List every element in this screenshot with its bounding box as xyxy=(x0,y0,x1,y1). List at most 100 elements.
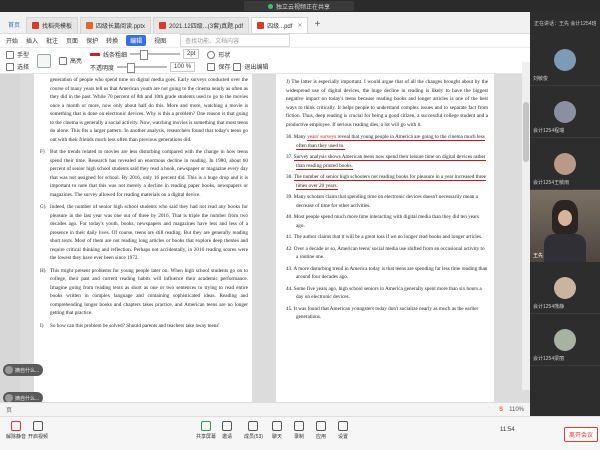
stmt-text: Over a decade or so, American teens' soc… xyxy=(293,245,485,261)
statement-37: 37. Survey analysis shows American teens… xyxy=(286,153,488,170)
status-right: S 110% xyxy=(499,407,524,413)
shape-button[interactable]: 形状 xyxy=(207,50,268,59)
zoom-level[interactable]: 110% xyxy=(509,407,524,413)
save-button[interactable]: 保存 退出编辑 xyxy=(207,62,268,71)
floating-chat-bubble[interactable]: 摘自什么... xyxy=(3,392,43,402)
statement-39: 39. Many scholars claim that spending ti… xyxy=(286,193,488,210)
participant-tile[interactable]: 会计1254王敏雨 xyxy=(530,138,600,190)
shape-label: 形状 xyxy=(218,53,231,59)
stmt-text-underlined: Survey analysis shows American teens now… xyxy=(293,154,486,170)
apps-button[interactable]: 应用 xyxy=(316,421,326,440)
tab-pdf-active[interactable]: 四级...pdf ✕ xyxy=(251,17,309,33)
settings-button[interactable]: 设置 xyxy=(338,421,348,440)
chat-button[interactable]: 聊天 xyxy=(272,421,282,440)
record-button[interactable]: 录制 xyxy=(294,421,304,440)
participant-video[interactable]: 王先 xyxy=(530,190,600,262)
menu-protect[interactable]: 保护 xyxy=(86,36,98,45)
share-indicator[interactable]: 独立云视频正在共享 xyxy=(244,1,354,11)
stmt-text: Some five years ago, high school seniors… xyxy=(293,285,482,301)
menu-insert[interactable]: 插入 xyxy=(26,36,38,45)
hand-tool[interactable]: 手型 xyxy=(6,50,29,59)
paragraph-i: I) So how can this problem be solved? Sho… xyxy=(40,322,248,331)
participant-tile[interactable]: 会计1254梁丽 xyxy=(530,314,600,366)
paragraph-f: F) But the trends related to movies are l… xyxy=(40,148,248,199)
dock-label: 共享屏幕 xyxy=(196,434,217,440)
stmt-text: The author claims that it will be a grea… xyxy=(293,234,483,240)
bubble-text: 摘自什么... xyxy=(15,395,40,402)
select-label: 选择 xyxy=(17,65,30,71)
video-face xyxy=(558,210,572,226)
start-video-button[interactable]: 开启视频 xyxy=(28,421,48,440)
floating-chat-bubble[interactable]: 摘自什么... xyxy=(3,364,43,376)
menu-convert[interactable]: 转换 xyxy=(106,36,118,45)
stmt-num: 38. xyxy=(286,174,293,180)
para-text: So how can this problem be solved? Shoul… xyxy=(50,322,220,329)
tab-pptx[interactable]: 四级长篇阅读.pptx xyxy=(80,17,152,33)
menu-view[interactable]: 视图 xyxy=(154,36,166,45)
line-style-control[interactable]: 线条粗细 2pt xyxy=(90,49,200,60)
hand-label: 手型 xyxy=(17,53,30,59)
new-tab-icon[interactable]: + xyxy=(310,19,324,33)
participants-panel: 正在讲话：王先 会计1254班... 刘敏俊 会计1254程瑞 会计1254王敏… xyxy=(530,12,600,416)
stmt-text: Many xyxy=(293,134,308,140)
menu-page[interactable]: 页面 xyxy=(66,36,78,45)
meeting-dock: 解除静音 开启视频 共享屏幕 邀请 成员(53) 聊天 录制 应用 设置 11:… xyxy=(0,416,600,450)
stmt-text: It was found that American youngsters to… xyxy=(293,305,479,321)
avatar xyxy=(554,276,576,299)
stmt-num: 37. xyxy=(286,154,293,160)
transparency-control[interactable]: 不透明度 100 % xyxy=(90,62,199,73)
para-text: But the trends related to movies are les… xyxy=(50,149,248,198)
participant-tile[interactable]: 会计1254熊静 xyxy=(530,262,600,314)
leave-meeting-button[interactable]: 离开会议 xyxy=(564,427,599,442)
edit-toolbar: 手型 选择 高亮 线条粗细 2pt 不透明度 100 % 形状 保存 退出编辑 xyxy=(0,48,530,74)
status-bar: 页 S 110% xyxy=(0,402,530,416)
tab-label: 四级长篇阅读.pptx xyxy=(96,24,146,30)
home-tab[interactable]: 首页 xyxy=(4,20,26,33)
participant-tile[interactable]: 刘敏俊 xyxy=(530,34,600,86)
dock-label: 应用 xyxy=(316,434,327,440)
unmute-button[interactable]: 解除静音 xyxy=(6,421,26,440)
bubble-text: 摘自什么... xyxy=(15,367,40,374)
pen-tool-button[interactable] xyxy=(37,53,52,68)
document-viewport[interactable]: generation of people who spend time on d… xyxy=(0,74,530,402)
participant-name: 王先 xyxy=(533,253,544,259)
exit-label[interactable]: 退出编辑 xyxy=(244,62,268,71)
stmt-highlight: years' surveys xyxy=(307,134,337,141)
select-tool[interactable]: 选择 xyxy=(6,62,29,71)
apps-icon xyxy=(316,421,326,431)
video-figure xyxy=(544,234,586,262)
menu-start[interactable]: 开始 xyxy=(6,36,18,45)
screen: 独立云视频正在共享 首页 找稻壳模板 四级长篇阅读.pptx 2021.12四级… xyxy=(0,0,600,450)
pdf-window: 首页 找稻壳模板 四级长篇阅读.pptx 2021.12四级...(3套)真题.… xyxy=(0,12,530,416)
pointer-tools: 手型 选择 xyxy=(6,50,29,71)
members-icon xyxy=(248,421,259,431)
menu-annotate[interactable]: 批注 xyxy=(46,36,58,45)
close-tab-icon[interactable]: ✕ xyxy=(297,22,302,29)
line-width-slider[interactable] xyxy=(130,50,181,60)
share-screen-button[interactable]: 共享屏幕 xyxy=(196,421,216,440)
pdf-icon xyxy=(257,22,265,29)
para-text: This might present problems for young pe… xyxy=(50,267,248,317)
invite-icon xyxy=(222,421,232,431)
transparency-value[interactable]: 100 % xyxy=(170,62,196,72)
wps-logo-icon: S xyxy=(499,406,504,413)
share-dot-icon xyxy=(267,3,273,9)
tab-docer[interactable]: 找稻壳模板 xyxy=(26,17,79,33)
stmt-num: 43. xyxy=(286,265,293,272)
page-left: generation of people who spend time on d… xyxy=(34,74,252,402)
invite-button[interactable]: 邀请 xyxy=(222,421,232,440)
highlight-tool[interactable]: 高亮 xyxy=(59,56,82,65)
vertical-scrollbar[interactable] xyxy=(522,62,530,390)
menu-edit[interactable]: 编辑 xyxy=(126,35,147,46)
participant-tile[interactable]: 会计1254程瑞 xyxy=(530,86,600,138)
scrollbar-thumb[interactable] xyxy=(523,102,529,162)
transparency-slider[interactable] xyxy=(117,63,168,73)
line-color-swatch[interactable] xyxy=(90,52,101,56)
tab-pdf-exam[interactable]: 2021.12四级...(3套)真题.pdf xyxy=(153,17,250,33)
line-width-value[interactable]: 2pt xyxy=(183,49,200,59)
members-button[interactable]: 成员(53) xyxy=(244,421,263,440)
page-indicator[interactable]: 页 xyxy=(6,405,12,414)
para-text: Indeed, the number of senior high school… xyxy=(50,204,248,261)
transparency-label: 不透明度 xyxy=(90,65,115,72)
search-input[interactable]: 查找功能、文档内容 xyxy=(180,34,291,47)
